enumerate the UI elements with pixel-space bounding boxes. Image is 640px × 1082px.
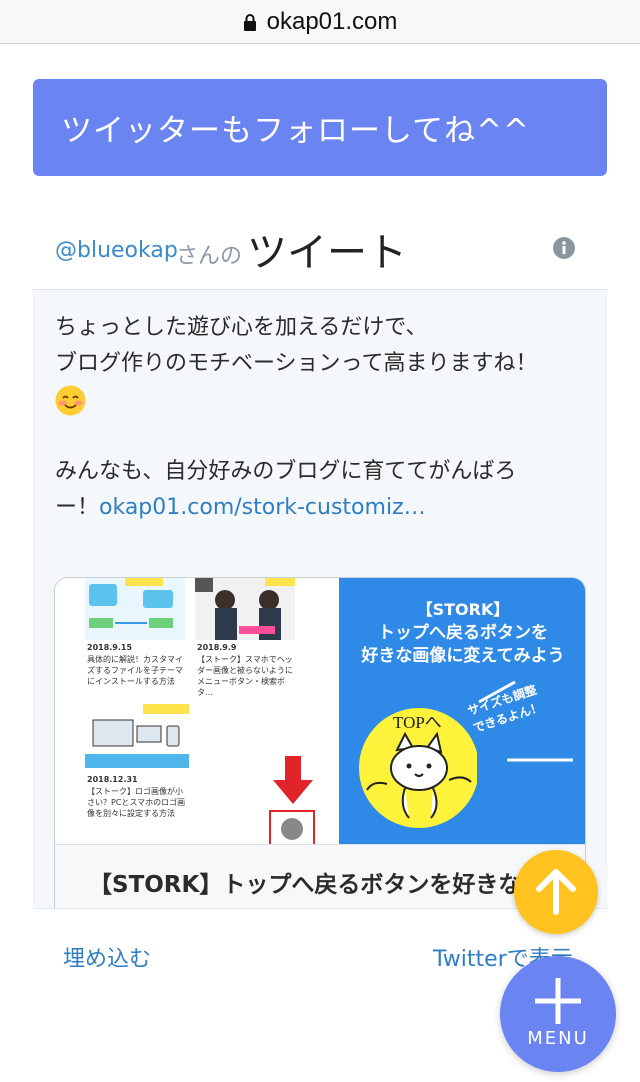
smiling-face-icon xyxy=(55,385,86,416)
tweet-text: ちょっとした遊び心を加えるだけで、 ブログ作りのモチベーションって高まりますね！… xyxy=(55,310,595,526)
scroll-to-top-button[interactable] xyxy=(514,850,598,934)
post-title: 具体的に解説！カスタマイズするファイルを子テーマにインストールする方法 xyxy=(87,655,183,686)
menu-label: MENU xyxy=(527,1028,589,1049)
post-date: 2018.9.9 xyxy=(197,643,237,652)
post-title: 【ストーク】ロゴ画像が小さい？PCとスマホのロゴ画像を別々に設定する方法 xyxy=(87,787,186,818)
tweet-line: ブログ作りのモチベーションって高まりますね！ xyxy=(55,351,538,376)
promo-title: 【STORK】 xyxy=(416,600,510,619)
arrow-up-icon xyxy=(536,869,576,915)
link-preview-card[interactable]: 2018.9.15 具体的に解説！カスタマイズするファイルを子テーマにインストー… xyxy=(54,577,586,908)
banner-text: ツイッターもフォローしてね^^ xyxy=(61,113,531,149)
card-caption: 【STORK】トップへ戻るボタンを好きな xyxy=(55,844,585,908)
twitter-follow-banner: ツイッターもフォローしてね^^ xyxy=(33,79,607,176)
twitter-handle-link[interactable]: @blueokap xyxy=(55,238,178,263)
tweet-body: ちょっとした遊び心を加えるだけで、 ブログ作りのモチベーションって高まりますね！… xyxy=(33,290,607,908)
down-arrow-icon xyxy=(273,756,313,804)
top-label: TOPへ xyxy=(393,713,442,732)
widget-title: ツイート xyxy=(247,230,407,276)
embed-link[interactable]: 埋め込む xyxy=(63,941,151,973)
promo-subtitle: トップへ戻るボタンを xyxy=(378,623,548,643)
tweet-url-link[interactable]: okap01.com/stork-customiz… xyxy=(99,495,426,520)
post-title: 【ストーク】スマホでヘッダー画像と被らないようにメニューボタン・検索ボタ… xyxy=(197,655,293,697)
browser-url-bar[interactable]: okap01.com xyxy=(0,0,640,44)
menu-button[interactable]: MENU xyxy=(500,956,616,1072)
tweet-line: ー！ xyxy=(55,495,100,520)
card-thumbnail-collage: 2018.9.15 具体的に解説！カスタマイズするファイルを子テーマにインストー… xyxy=(55,578,339,846)
scroll-to-top-sample xyxy=(269,810,315,846)
card-promo-image: 【STORK】 トップへ戻るボタンを 好きな画像に変えてみよう TOPへ サイズ xyxy=(339,578,585,844)
tweet-widget-header: @blueokap さんの ツイート xyxy=(33,200,607,290)
thumbnail-image xyxy=(85,704,189,772)
promo-subtitle: 好きな画像に変えてみよう xyxy=(361,646,565,666)
lock-icon xyxy=(243,13,257,31)
url-text: okap01.com xyxy=(266,7,398,35)
chevron-up-icon xyxy=(281,818,303,840)
handle-suffix: さんの xyxy=(176,244,243,269)
thumbnail-image xyxy=(195,578,295,640)
post-date: 2018.9.15 xyxy=(87,643,133,652)
thumbnail-image xyxy=(85,578,185,640)
info-icon[interactable] xyxy=(553,237,575,259)
tweet-line: みんなも、自分好みのブログに育ててがんばろ xyxy=(55,459,517,484)
card-title: 【STORK】トップへ戻るボタンを好きな xyxy=(89,872,522,898)
plus-icon xyxy=(535,978,581,1024)
post-date: 2018.12.31 xyxy=(87,775,138,784)
tweet-line: ちょっとした遊び心を加えるだけで、 xyxy=(55,315,428,340)
